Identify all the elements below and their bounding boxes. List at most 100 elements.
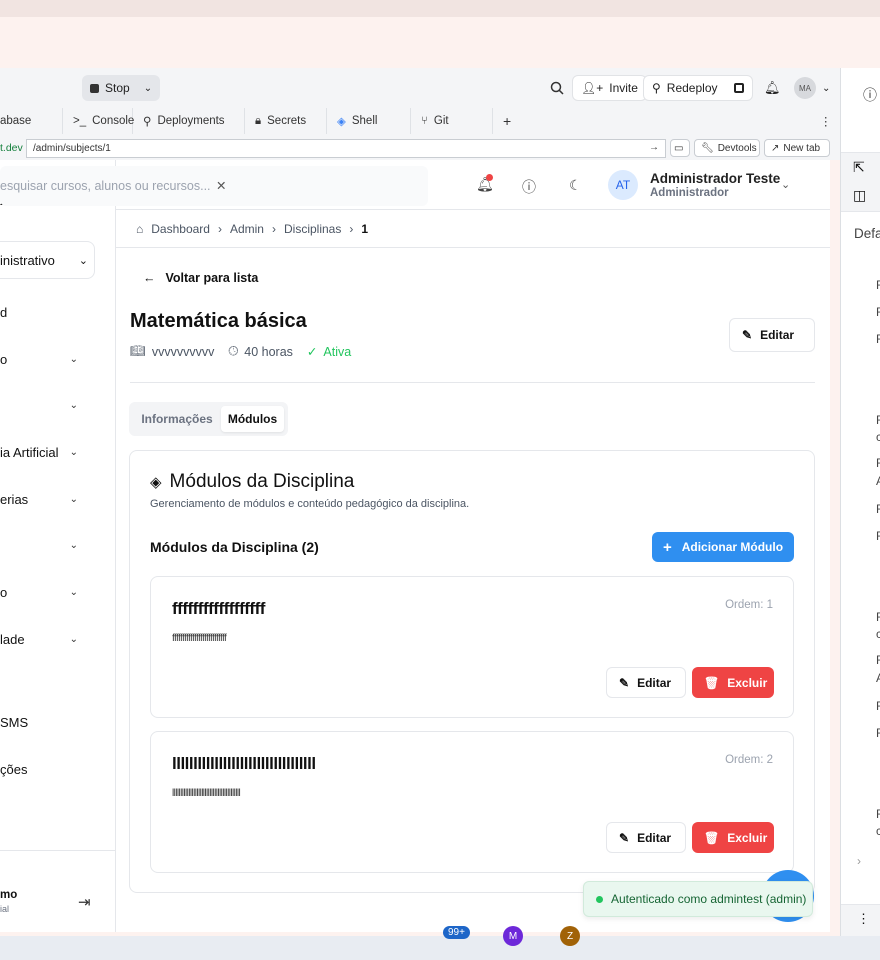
sidebar-item[interactable]: lade ⌄ [0,627,116,651]
tab-label: Console [92,115,135,127]
delete-label: Excluir [727,675,768,690]
sidebar-item[interactable]: ia Artificial ⌄ [0,440,116,464]
sidebar-item[interactable]: o ⌄ [0,347,116,371]
modules-count: Módulos da Disciplina (2) [150,539,319,555]
panel-toggle-icon[interactable]: ◫ [853,187,866,204]
sidebar-item[interactable]: ções [0,757,116,781]
more-icon[interactable]: ⋮ [857,911,870,927]
card-subtitle: Gerenciamento de módulos e conteúdo peda… [150,498,470,510]
divider [116,247,830,248]
book-icon: 📖︎ [130,344,146,358]
sidebar-footer: mo ial ⇥ [0,850,116,932]
devtools-button[interactable]: 🔧︎ Devtools [694,139,760,157]
panel-row-text: F [876,456,880,470]
toast-message: Autenticado como admintest (admin) [611,892,807,906]
new-tab-button[interactable]: ↗ New tab [764,139,830,157]
stop-icon [90,83,99,93]
tab-console[interactable]: >_ Console [63,108,135,134]
shell-icon: ◈ [337,116,346,128]
url-input[interactable]: /admin/subjects/1 → [26,139,666,158]
arrow-right-icon[interactable]: → [649,142,659,153]
avatar: Z [560,926,580,946]
tab-label: abase [0,115,32,127]
panel-row-text: c [876,627,880,641]
tab-database[interactable]: abase [0,108,63,134]
edit-module-button[interactable]: ✎ Editar [606,667,686,698]
chevron-down-icon: ⌄ [69,586,78,598]
tab-modulos[interactable]: Módulos [221,406,284,432]
tab-informacoes[interactable]: Informações [133,406,221,432]
screen-icon-button[interactable]: ▭ [670,139,690,157]
search-input[interactable]: esquisar cursos, alunos ou recursos... ✕ [0,166,428,206]
logout-icon[interactable]: ⇥ [78,893,91,911]
chevron-right-icon[interactable]: › [857,854,861,868]
edit-module-button[interactable]: ✎ Editar [606,822,686,853]
edit-subject-button[interactable]: ✎ Editar [729,318,815,352]
external-link-icon: ↗ [771,142,780,154]
add-module-button[interactable]: + Adicionar Módulo [652,532,794,562]
tab-git[interactable]: ⑂ Git [411,108,493,134]
clear-icon[interactable]: ✕ [216,179,226,193]
tab-label: Shell [351,115,378,127]
delete-module-button[interactable]: 🗑︎ Excluir [692,667,774,698]
chevron-down-icon[interactable]: ⌄ [781,178,790,191]
sidebar-item[interactable]: erias ⌄ [0,487,116,511]
devtools-label: Devtools [717,142,757,154]
redeploy-button[interactable]: ⚲ Redeploy [643,75,753,101]
add-module-label: Adicionar Módulo [681,540,784,554]
sidebar-item[interactable]: ⌄ [0,393,116,417]
tab-secrets[interactable]: 🔒︎ Secrets [245,108,327,134]
moon-icon[interactable]: ☾ [569,177,582,194]
role-select[interactable]: inistrativo ⌄ [0,241,95,279]
card-title: Módulos da Disciplina [169,471,355,492]
panel-toolbar: ⇱ ◫ [841,152,880,212]
browser-top-band [0,0,880,17]
tab-shell[interactable]: ◈ Shell [327,108,411,134]
delete-module-button[interactable]: 🗑︎ Excluir [692,822,774,853]
edit-icon: ✎ [619,675,630,690]
module-description: llllllllllllllllllllllllllllllllllllllll… [172,788,241,799]
avatar: MA [794,77,816,99]
subject-meta: 📖︎ vvvvvvvvvv 🕓︎ 40 horas ✓ Ativa [130,344,351,359]
breadcrumb-item[interactable]: Admin [230,222,264,236]
notification-dot [486,174,493,181]
breadcrumb-item[interactable]: Disciplinas [284,222,341,236]
back-button[interactable]: ← Voltar para lista [143,271,258,285]
sidebar-item[interactable]: SMS [0,710,116,734]
sidebar-item-label: ções [0,761,28,777]
bell-icon[interactable]: 🔔︎ [476,174,494,193]
sidebar-item[interactable]: ⌄ [0,533,116,557]
cursor-select-icon[interactable]: ⇱ [853,159,865,176]
console-icon: >_ [73,115,87,127]
panel-footer: ⋮ [841,904,880,936]
tab-label: Deployments [157,115,225,127]
tab-deployments[interactable]: ⚲ Deployments [133,108,245,134]
subject-code: vvvvvvvvvv [151,344,215,359]
module-description: fffffffffffffffffffffffffff [172,633,227,644]
chevron-down-icon: ⌄ [822,82,831,94]
help-icon[interactable]: ⓘ [522,177,536,197]
breadcrumb-item[interactable]: Dashboard [151,222,210,236]
panel-row-text: c [876,824,880,838]
breadcrumb: ⌂ Dashboard › Admin › Disciplinas › 1 [136,221,368,237]
user-name: Administrador Teste [650,171,781,186]
stop-button[interactable]: Stop ⌄ [82,75,161,101]
avatar[interactable]: AT [608,170,638,200]
more-icon[interactable]: ⋮ [810,108,832,134]
invite-button[interactable]: 👤︎+ Invite [572,75,647,101]
search-icon[interactable] [542,75,572,101]
chevron-down-icon: ⌄ [69,399,78,411]
info-icon[interactable]: ⓘ [863,85,877,105]
panel-row-text: F [876,653,880,667]
sidebar-item-label: d [0,304,8,320]
panel-row-text: F [876,332,880,346]
replit-toolbar: Stop ⌄ 👤︎+ Invite ⚲ Redeploy 🔔︎ MA ⌄ aba… [0,68,840,160]
bell-icon[interactable]: 🔔︎ [756,75,789,101]
add-tab-button[interactable]: + [493,108,523,134]
tab-label: Módulos [227,412,278,426]
sidebar-item[interactable]: o ⌄ [0,580,116,604]
sidebar-item[interactable]: d [0,300,116,324]
badge-count: 99+ [443,926,470,939]
avatar-button[interactable]: MA ⌄ [786,75,838,101]
panel-row-text: F [876,278,880,292]
